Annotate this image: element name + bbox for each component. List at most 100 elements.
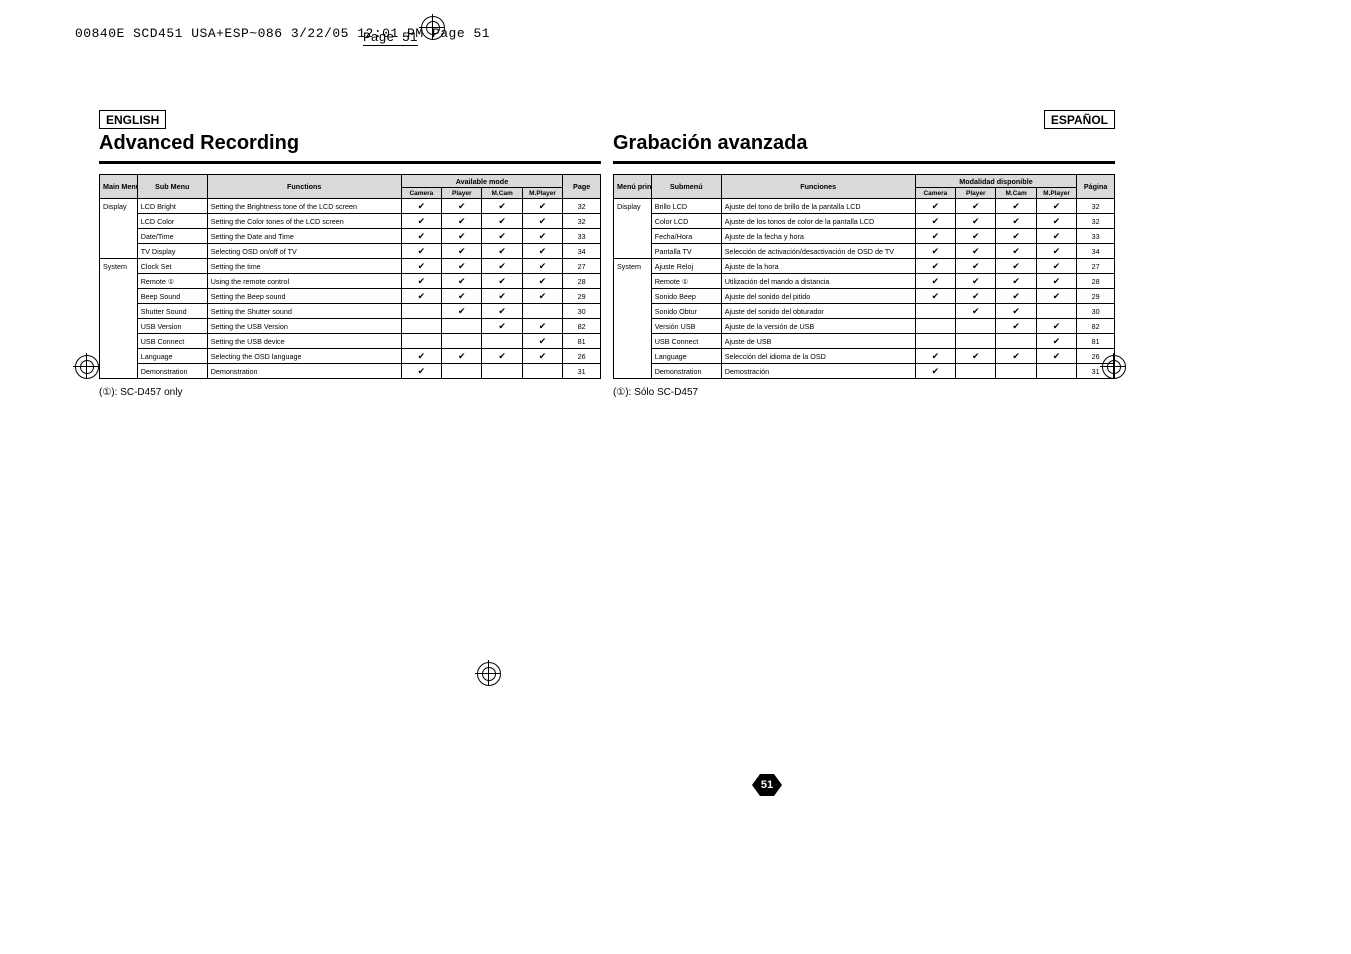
- mode-cell: ✔: [996, 349, 1036, 364]
- table-row: DemonstrationDemostración✔31: [614, 364, 1115, 379]
- mode-cell: ✔: [1036, 229, 1076, 244]
- mode-cell: ✔: [956, 244, 996, 259]
- sub-menu-cell: Clock Set: [137, 259, 207, 274]
- th-page: Página: [1077, 175, 1115, 199]
- function-cell: Ajuste del sonido del pitido: [721, 289, 915, 304]
- function-cell: Setting the USB Version: [207, 319, 401, 334]
- function-cell: Ajuste de la fecha y hora: [721, 229, 915, 244]
- sub-menu-cell: USB Connect: [651, 334, 721, 349]
- mode-cell: ✔: [482, 349, 522, 364]
- mode-cell: [956, 319, 996, 334]
- sub-menu-cell: Ajuste Reloj: [651, 259, 721, 274]
- mode-cell: ✔: [1036, 349, 1076, 364]
- page-cell: 30: [1077, 304, 1115, 319]
- mode-cell: [996, 364, 1036, 379]
- function-cell: Setting the Date and Time: [207, 229, 401, 244]
- function-cell: Using the remote control: [207, 274, 401, 289]
- table-row: DemonstrationDemonstration✔31: [100, 364, 601, 379]
- function-cell: Setting the USB device: [207, 334, 401, 349]
- th-sub: Submenú: [651, 175, 721, 199]
- sub-menu-cell: LCD Bright: [137, 199, 207, 214]
- mode-cell: [401, 334, 441, 349]
- function-cell: Selecting the OSD language: [207, 349, 401, 364]
- page-number: 51: [760, 774, 774, 796]
- sub-menu-cell: Sonido Obtur: [651, 304, 721, 319]
- function-cell: Ajuste de los tonos de color de la panta…: [721, 214, 915, 229]
- page-marker-label: Page 51: [363, 30, 418, 46]
- sub-menu-cell: LCD Color: [137, 214, 207, 229]
- main-menu-cell: Display: [614, 199, 652, 259]
- mode-cell: ✔: [442, 259, 482, 274]
- table-row: Pantalla TVSelección de activación/desac…: [614, 244, 1115, 259]
- page-cell: 32: [563, 199, 601, 214]
- page-cell: 34: [1077, 244, 1115, 259]
- menu-table-english: Main Menu Sub Menu Functions Available m…: [99, 174, 601, 379]
- mode-cell: ✔: [956, 289, 996, 304]
- mode-cell: ✔: [996, 214, 1036, 229]
- mode-cell: [482, 364, 522, 379]
- function-cell: Ajuste de USB: [721, 334, 915, 349]
- mode-cell: ✔: [442, 349, 482, 364]
- mode-cell: ✔: [522, 274, 562, 289]
- mode-cell: [915, 334, 955, 349]
- mode-cell: ✔: [401, 229, 441, 244]
- language-badge-english: ENGLISH: [99, 110, 166, 129]
- table-row: Date/TimeSetting the Date and Time✔✔✔✔33: [100, 229, 601, 244]
- mode-cell: ✔: [442, 274, 482, 289]
- sub-menu-cell: Remote ①: [651, 274, 721, 289]
- mode-cell: ✔: [1036, 334, 1076, 349]
- page-cell: 32: [1077, 199, 1115, 214]
- function-cell: Utilización del mando a distancia: [721, 274, 915, 289]
- function-cell: Ajuste de la versión de USB: [721, 319, 915, 334]
- mode-cell: ✔: [442, 289, 482, 304]
- mode-cell: [1036, 304, 1076, 319]
- table-row: LCD ColorSetting the Color tones of the …: [100, 214, 601, 229]
- mode-cell: ✔: [915, 199, 955, 214]
- function-cell: Demostración: [721, 364, 915, 379]
- table-row: SystemAjuste RelojAjuste de la hora✔✔✔✔2…: [614, 259, 1115, 274]
- mode-cell: ✔: [482, 274, 522, 289]
- page-cell: 27: [563, 259, 601, 274]
- mode-cell: [522, 364, 562, 379]
- mode-cell: ✔: [996, 229, 1036, 244]
- mode-cell: ✔: [1036, 259, 1076, 274]
- sub-menu-cell: TV Display: [137, 244, 207, 259]
- function-cell: Setting the Brightness tone of the LCD s…: [207, 199, 401, 214]
- sub-menu-cell: Demonstration: [651, 364, 721, 379]
- function-cell: Selección del idioma de la OSD: [721, 349, 915, 364]
- function-cell: Ajuste del sonido del obturador: [721, 304, 915, 319]
- english-column: ENGLISH Advanced Recording Main Menu Sub…: [99, 110, 601, 398]
- mode-cell: ✔: [482, 304, 522, 319]
- page-cell: 27: [1077, 259, 1115, 274]
- mode-cell: ✔: [522, 229, 562, 244]
- mode-cell: ✔: [482, 244, 522, 259]
- page-cell: 28: [1077, 274, 1115, 289]
- function-cell: Setting the Beep sound: [207, 289, 401, 304]
- sub-menu-cell: Shutter Sound: [137, 304, 207, 319]
- section-title-spanish: Grabación avanzada: [613, 132, 1115, 155]
- mode-cell: ✔: [956, 349, 996, 364]
- th-func: Funciones: [721, 175, 915, 199]
- page-cell: 29: [1077, 289, 1115, 304]
- mode-cell: ✔: [522, 334, 562, 349]
- mode-cell: ✔: [996, 274, 1036, 289]
- th-page: Page: [563, 175, 601, 199]
- function-cell: Demonstration: [207, 364, 401, 379]
- table-row: Shutter SoundSetting the Shutter sound✔✔…: [100, 304, 601, 319]
- mode-cell: ✔: [996, 304, 1036, 319]
- page-cell: 32: [563, 214, 601, 229]
- spanish-column: ESPAÑOL Grabación avanzada Menú principa…: [613, 110, 1115, 398]
- mode-cell: ✔: [915, 244, 955, 259]
- table-row: USB ConnectSetting the USB device✔81: [100, 334, 601, 349]
- table-row: LanguageSelección del idioma de la OSD✔✔…: [614, 349, 1115, 364]
- mode-cell: [956, 364, 996, 379]
- mode-cell: ✔: [996, 289, 1036, 304]
- page-cell: 33: [1077, 229, 1115, 244]
- page-cell: 31: [1077, 364, 1115, 379]
- table-row: Sonido BeepAjuste del sonido del pitido✔…: [614, 289, 1115, 304]
- page-cell: 26: [1077, 349, 1115, 364]
- mode-cell: ✔: [482, 289, 522, 304]
- table-row: SystemClock SetSetting the time✔✔✔✔27: [100, 259, 601, 274]
- mode-cell: ✔: [482, 214, 522, 229]
- mode-cell: ✔: [482, 319, 522, 334]
